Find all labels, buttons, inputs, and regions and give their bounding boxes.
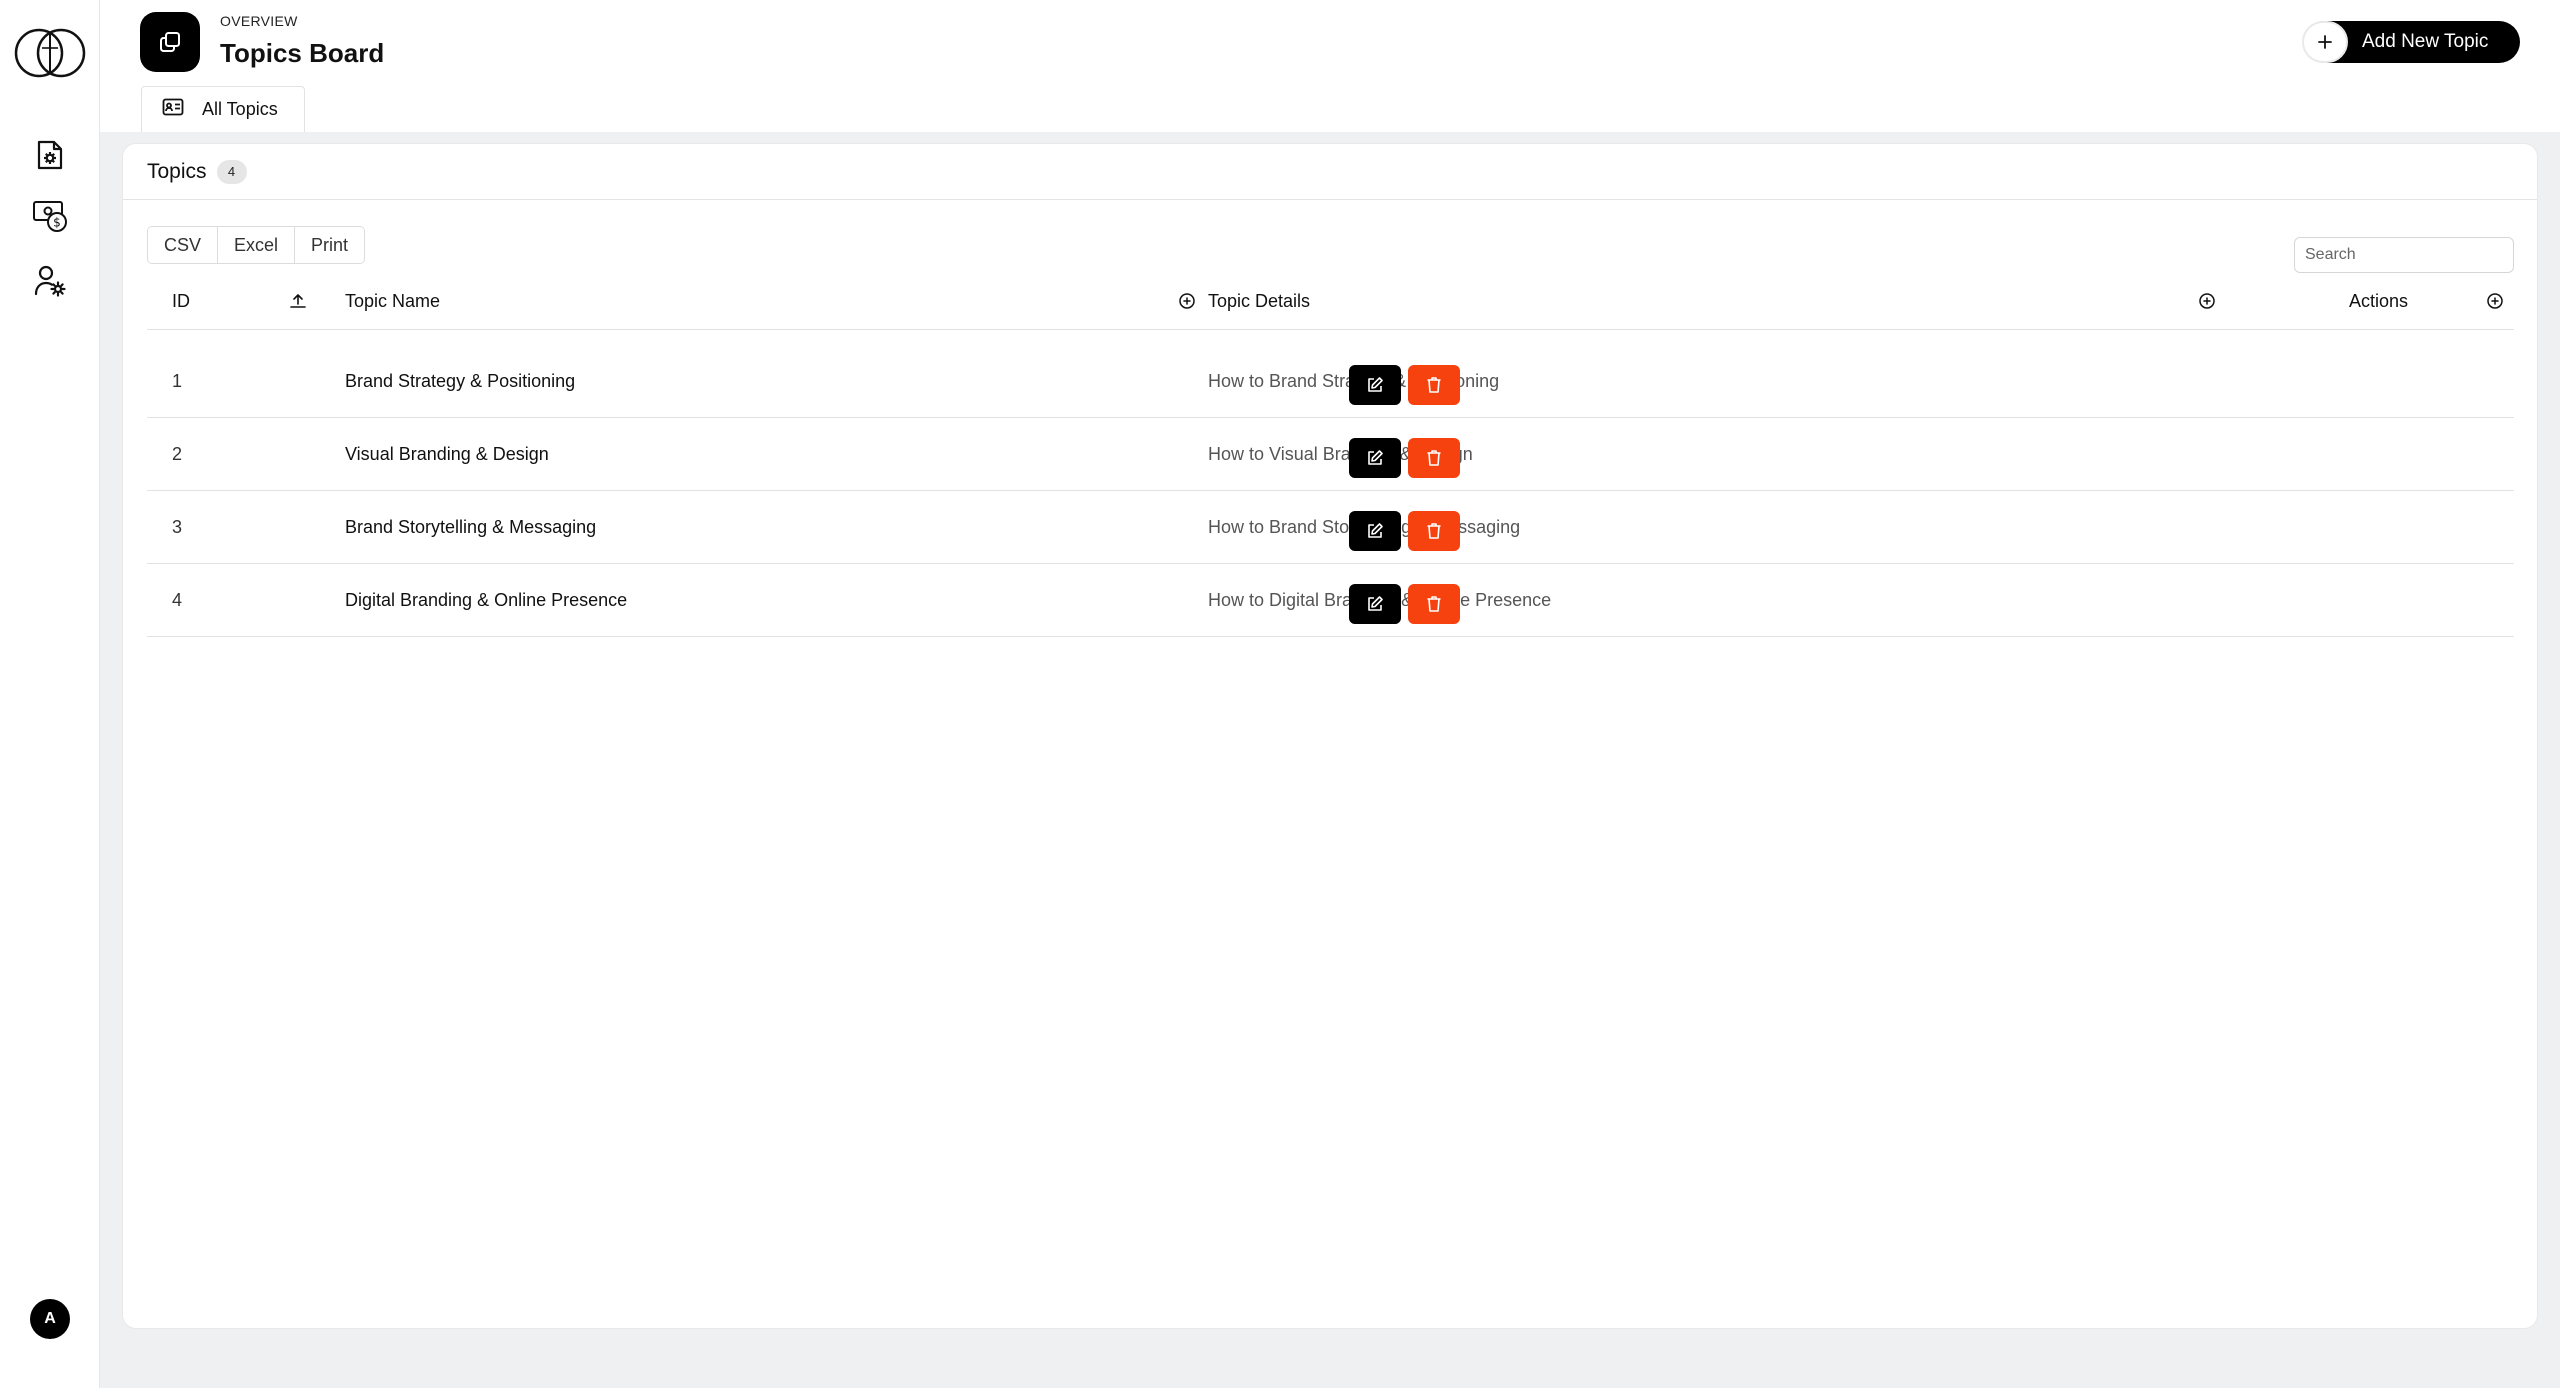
page-overline: OVERVIEW (220, 13, 298, 29)
table-row: 2 Visual Branding & Design How to Visual… (147, 418, 2514, 491)
table-row: 1 Brand Strategy & Positioning How to Br… (147, 345, 2514, 418)
trash-icon (1427, 377, 1441, 393)
cell-id: 4 (172, 590, 183, 610)
delete-button[interactable] (1408, 584, 1460, 624)
svg-text:$: $ (53, 216, 61, 230)
avatar[interactable]: A (30, 1299, 70, 1339)
table-row: 4 Digital Branding & Online Presence How… (147, 564, 2514, 637)
excel-button[interactable]: Excel (217, 227, 295, 263)
trash-icon (1427, 596, 1441, 612)
topics-card: Topics 4 CSV Excel Print ID Topic Name T… (122, 143, 2538, 1329)
plus-icon (2302, 21, 2348, 63)
money-refresh-icon[interactable]: $ (30, 196, 70, 236)
cell-topic-name: Brand Storytelling & Messaging (345, 517, 597, 537)
edit-icon (1368, 596, 1383, 611)
cell-topic-name: Visual Branding & Design (345, 444, 549, 464)
column-filter-icon[interactable] (2197, 291, 2217, 311)
delete-button[interactable] (1408, 511, 1460, 551)
edit-button[interactable] (1349, 511, 1401, 551)
search-input[interactable] (2294, 237, 2514, 273)
card-header: Topics 4 (123, 144, 2537, 200)
cell-id: 1 (172, 371, 183, 391)
edit-button[interactable] (1349, 365, 1401, 405)
count-badge: 4 (216, 159, 247, 184)
delete-button[interactable] (1408, 438, 1460, 478)
column-header-actions: Actions (2349, 290, 2409, 311)
card-title: Topics (147, 159, 207, 183)
csv-button[interactable]: CSV (148, 227, 218, 263)
edit-icon (1368, 377, 1383, 392)
cell-id: 3 (172, 517, 183, 537)
column-filter-icon[interactable] (1177, 291, 1197, 311)
tab-all-topics[interactable]: All Topics (141, 86, 305, 132)
trash-icon (1427, 450, 1441, 466)
table-row: 3 Brand Storytelling & Messaging How to … (147, 491, 2514, 564)
cell-topic-name: Brand Strategy & Positioning (345, 371, 576, 391)
user-settings-icon[interactable] (30, 261, 70, 301)
id-card-icon (162, 98, 184, 121)
export-button-group: CSV Excel Print (147, 226, 366, 264)
edit-icon (1368, 523, 1383, 538)
column-header-topic-name[interactable]: Topic Name (345, 272, 440, 330)
table-header: ID Topic Name Topic Details Actions (147, 272, 2514, 330)
copy-icon (140, 12, 200, 72)
add-new-topic-button[interactable]: Add New Topic (2302, 21, 2520, 63)
page-title: Topics Board (220, 38, 385, 68)
column-header-topic-details[interactable]: Topic Details (1208, 272, 1310, 330)
column-header-id[interactable]: ID (172, 272, 190, 330)
cell-topic-name: Digital Branding & Online Presence (345, 590, 628, 610)
edit-button[interactable] (1349, 438, 1401, 478)
edit-button[interactable] (1349, 584, 1401, 624)
document-settings-icon[interactable] (30, 135, 70, 175)
column-filter-icon[interactable] (2485, 291, 2505, 311)
sort-icon[interactable] (288, 291, 308, 311)
tab-label: All Topics (202, 99, 278, 119)
add-new-topic-label: Add New Topic (2362, 31, 2489, 52)
sidebar: $ A (0, 0, 100, 1388)
print-button[interactable]: Print (294, 227, 365, 263)
header: OVERVIEW Topics Board Add New Topic All … (100, 0, 2560, 132)
logo[interactable] (13, 26, 87, 80)
cell-id: 2 (172, 444, 183, 464)
trash-icon (1427, 523, 1441, 539)
edit-icon (1368, 450, 1383, 465)
delete-button[interactable] (1408, 365, 1460, 405)
